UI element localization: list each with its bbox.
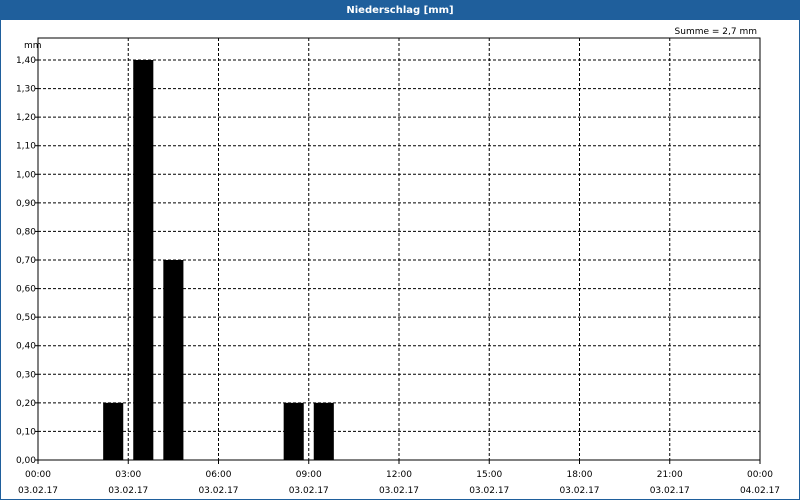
y-tick-label: 1,00 [16, 170, 36, 180]
x-tick-date-label: 03.02.17 [108, 486, 148, 496]
y-axis-unit-label: mm [24, 41, 42, 51]
x-tick-date-label: 03.02.17 [650, 486, 690, 496]
y-tick-label: 0,00 [16, 456, 36, 466]
x-tick-date-label: 03.02.17 [379, 486, 419, 496]
x-tick-date-label: 04.02.17 [740, 486, 780, 496]
y-tick-label: 0,10 [16, 427, 36, 437]
y-tick-label: 0,80 [16, 227, 36, 237]
precipitation-chart: mm 0,000,100,200,300,400,500,600,700,800… [16, 37, 780, 496]
x-tick-time-label: 09:00 [296, 470, 322, 480]
x-tick-labels: 00:00 03.02.17 03:00 03.02.17 06:00 03.02.17 0… [18, 460, 780, 496]
x-tick-date-label: 03.02.17 [469, 486, 509, 496]
y-tick-label: 0,90 [16, 199, 36, 209]
x-tick-time-label: 15:00 [476, 470, 502, 480]
y-tick-label: 0,50 [16, 313, 36, 323]
x-tick-time-label: 21:00 [657, 470, 683, 480]
x-tick-time-label: 12:00 [386, 470, 412, 480]
y-tick-label: 1,20 [16, 113, 36, 123]
precipitation-bar [133, 60, 154, 460]
y-tick-label: 1,30 [16, 85, 36, 95]
x-tick-time-label: 06:00 [206, 470, 232, 480]
y-tick-label: 0,70 [16, 256, 36, 266]
y-tick-label: 0,40 [16, 342, 36, 352]
y-tick-label: 1,10 [16, 142, 36, 152]
precipitation-bar [313, 402, 334, 460]
x-tick-date-label: 03.02.17 [289, 486, 329, 496]
x-tick-time-label: 03:00 [115, 470, 141, 480]
precipitation-bar [103, 402, 124, 460]
x-tick-date-label: 03.02.17 [18, 486, 58, 496]
precipitation-bar [163, 260, 184, 460]
y-tick-labels: 0,00 0,10 0,20 0,30 0,40 0,50 0,60 0,70 0,80 0,90… [16, 56, 38, 466]
x-tick-time-label: 18:00 [567, 470, 593, 480]
x-tick-date-label: 03.02.17 [559, 486, 599, 496]
x-tick-date-label: 03.02.17 [198, 486, 238, 496]
y-tick-label: 0,20 [16, 399, 36, 409]
x-tick-time-label: 00:00 [747, 470, 773, 480]
x-tick-time-label: 00:00 [25, 470, 51, 480]
y-tick-label: 0,30 [16, 370, 36, 380]
y-tick-label: 0,60 [16, 285, 36, 295]
y-tick-label: 1,40 [16, 56, 36, 66]
precipitation-bar [283, 402, 304, 460]
